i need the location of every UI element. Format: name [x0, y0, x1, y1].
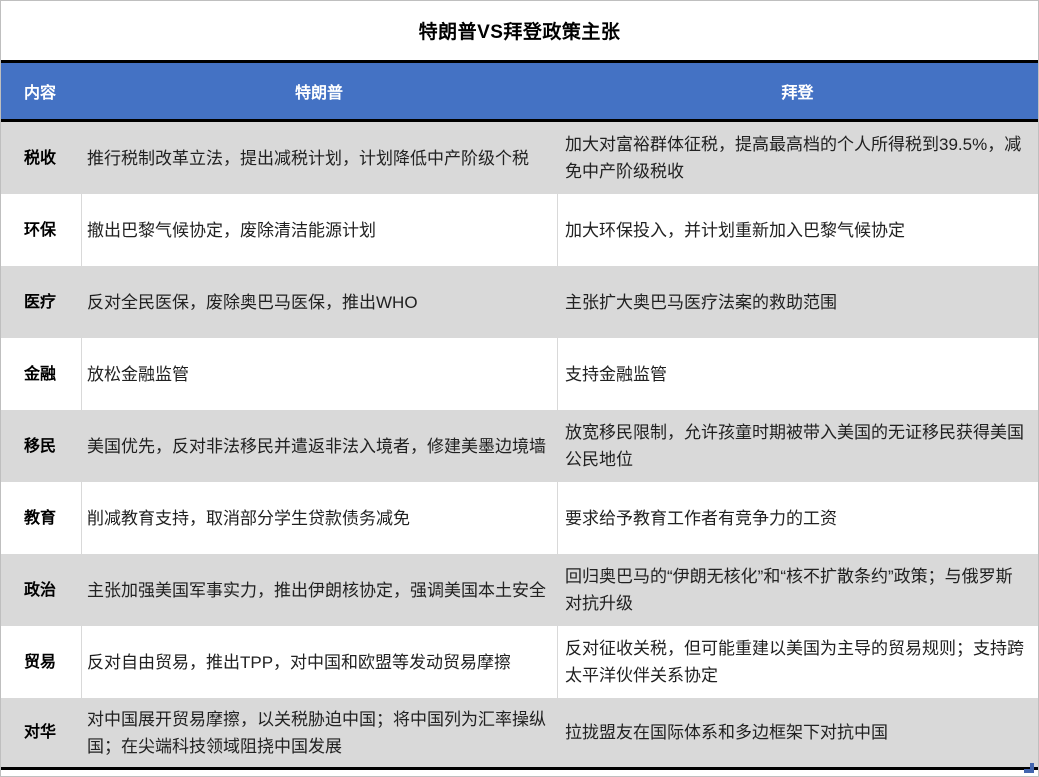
row-category-label: 环保: [1, 194, 81, 266]
header-cell-category: 内容: [1, 63, 81, 119]
row-category-label: 医疗: [1, 266, 81, 338]
row-category-label: 贸易: [1, 626, 81, 698]
table-row: 移民 美国优先，反对非法移民并遣返非法入境者，修建美墨边境墙 放宽移民限制，允许…: [1, 410, 1038, 482]
table-row: 对华 对中国展开贸易摩擦，以关税胁迫中国；将中国列为汇率操纵国；在尖端科技领域阻…: [1, 698, 1038, 767]
trump-policy-cell: 反对自由贸易，推出TPP，对中国和欧盟等发动贸易摩擦: [81, 626, 557, 698]
row-category-label: 政治: [1, 554, 81, 626]
table-body: 税收 推行税制改革立法，提出减税计划，计划降低中产阶级个税 加大对富裕群体征税，…: [1, 122, 1038, 770]
biden-policy-cell: 要求给予教育工作者有竞争力的工资: [557, 482, 1038, 554]
biden-policy-cell: 加大环保投入，并计划重新加入巴黎气候协定: [557, 194, 1038, 266]
biden-policy-cell: 加大对富裕群体征税，提高最高档的个人所得税到39.5%，减免中产阶级税收: [557, 122, 1038, 194]
row-category-label: 教育: [1, 482, 81, 554]
row-category-label: 税收: [1, 122, 81, 194]
table-row: 金融 放松金融监管 支持金融监管: [1, 338, 1038, 410]
trump-policy-cell: 美国优先，反对非法移民并遣返非法入境者，修建美墨边境墙: [81, 410, 557, 482]
policy-comparison-page: 特朗普VS拜登政策主张 内容 特朗普 拜登 税收 推行税制改革立法，提出减税计划…: [0, 0, 1039, 777]
header-cell-biden: 拜登: [557, 63, 1038, 119]
trump-policy-cell: 推行税制改革立法，提出减税计划，计划降低中产阶级个税: [81, 122, 557, 194]
page-title: 特朗普VS拜登政策主张: [419, 17, 621, 44]
trump-policy-cell: 反对全民医保，废除奥巴马医保，推出WHO: [81, 266, 557, 338]
trump-policy-cell: 主张加强美国军事实力，推出伊朗核协定，强调美国本土安全: [81, 554, 557, 626]
trump-policy-cell: 削减教育支持，取消部分学生贷款债务减免: [81, 482, 557, 554]
table-row: 贸易 反对自由贸易，推出TPP，对中国和欧盟等发动贸易摩擦 反对征收关税，但可能…: [1, 626, 1038, 698]
biden-policy-cell: 拉拢盟友在国际体系和多边框架下对抗中国: [557, 698, 1038, 767]
row-category-label: 金融: [1, 338, 81, 410]
header-cell-trump: 特朗普: [81, 63, 557, 119]
table-row: 医疗 反对全民医保，废除奥巴马医保，推出WHO 主张扩大奥巴马医疗法案的救助范围: [1, 266, 1038, 338]
trump-policy-cell: 对中国展开贸易摩擦，以关税胁迫中国；将中国列为汇率操纵国；在尖端科技领域阻挠中国…: [81, 698, 557, 767]
table-row: 政治 主张加强美国军事实力，推出伊朗核协定，强调美国本土安全 回归奥巴马的“伊朗…: [1, 554, 1038, 626]
biden-policy-cell: 主张扩大奥巴马医疗法案的救助范围: [557, 266, 1038, 338]
trump-policy-cell: 放松金融监管: [81, 338, 557, 410]
table-row: 环保 撤出巴黎气候协定，废除清洁能源计划 加大环保投入，并计划重新加入巴黎气候协…: [1, 194, 1038, 266]
table-row: 税收 推行税制改革立法，提出减税计划，计划降低中产阶级个税 加大对富裕群体征税，…: [1, 122, 1038, 194]
biden-policy-cell: 反对征收关税，但可能重建以美国为主导的贸易规则；支持跨太平洋伙伴关系协定: [557, 626, 1038, 698]
biden-policy-cell: 回归奥巴马的“伊朗无核化”和“核不扩散条约”政策；与俄罗斯对抗升级: [557, 554, 1038, 626]
table-row: 教育 削减教育支持，取消部分学生贷款债务减免 要求给予教育工作者有竞争力的工资: [1, 482, 1038, 554]
trump-policy-cell: 撤出巴黎气候协定，废除清洁能源计划: [81, 194, 557, 266]
row-category-label: 对华: [1, 698, 81, 767]
biden-policy-cell: 支持金融监管: [557, 338, 1038, 410]
biden-policy-cell: 放宽移民限制，允许孩童时期被带入美国的无证移民获得美国公民地位: [557, 410, 1038, 482]
resize-handle-icon[interactable]: [1024, 763, 1034, 773]
row-category-label: 移民: [1, 410, 81, 482]
title-block: 特朗普VS拜登政策主张: [1, 1, 1038, 63]
table-header-row: 内容 特朗普 拜登: [1, 63, 1038, 122]
